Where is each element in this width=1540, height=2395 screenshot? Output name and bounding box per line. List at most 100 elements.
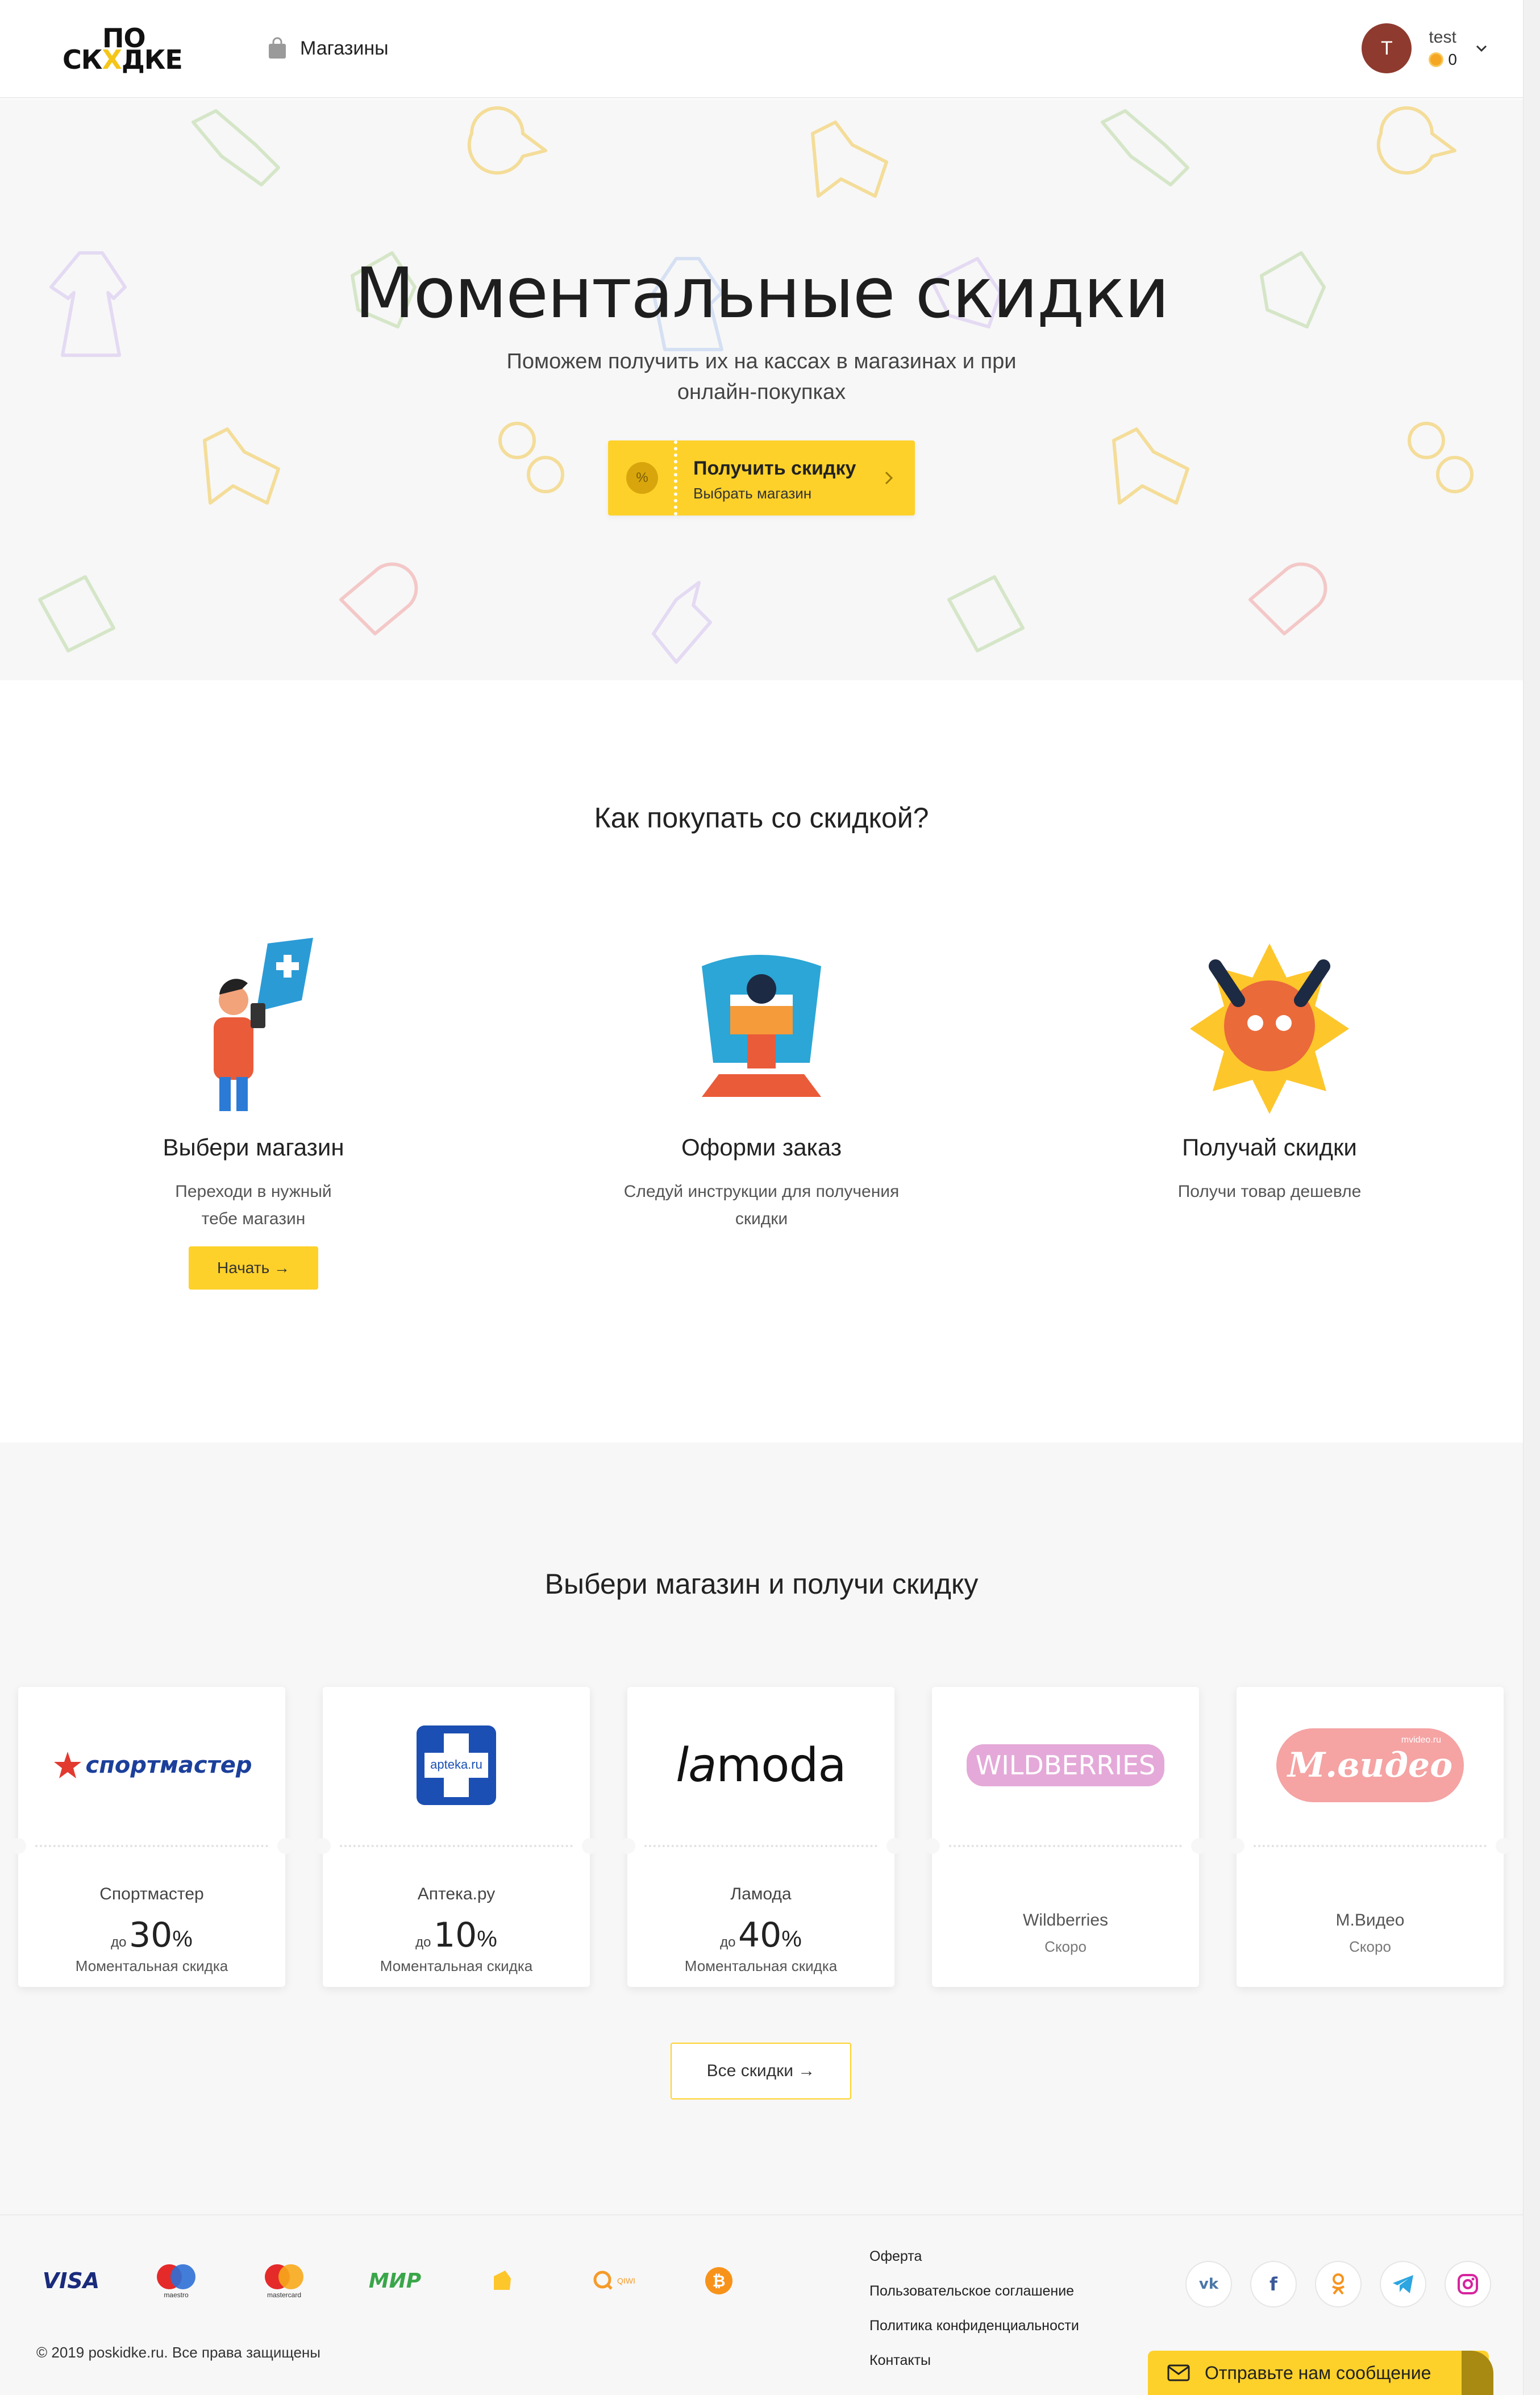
dress-icon — [652, 581, 712, 664]
glasses-icon — [1408, 422, 1474, 493]
mvideo-logo: М.видео mvideo.ru — [1276, 1728, 1464, 1802]
get-discounts-illustration — [1190, 943, 1349, 1114]
mir-icon: МИР — [368, 2269, 422, 2293]
card-divider — [1254, 1845, 1487, 1847]
step-description: Следуй инструкции для получения скидки — [623, 1182, 900, 1228]
footer-link-contacts[interactable]: Контакты — [869, 2352, 1079, 2369]
discount-label: Моментальная скидка — [684, 1957, 838, 1974]
hat-icon — [339, 562, 418, 635]
vk-icon[interactable]: vk — [1185, 2261, 1232, 2307]
step-title: Выбери магазин — [163, 1134, 344, 1161]
chevron-down-icon[interactable] — [1474, 41, 1489, 56]
card-divider — [340, 1845, 573, 1847]
sportmaster-logo-text: спортмастер — [85, 1752, 252, 1778]
shop-card-apteka[interactable]: apteka.ru Аптека.ру до 10% Моментальная … — [315, 1687, 598, 1987]
tshirt-icon — [1112, 427, 1189, 505]
card-notch — [1229, 1838, 1245, 1854]
shop-card-mvideo[interactable]: М.видео mvideo.ru М.Видео Скоро — [1229, 1687, 1512, 1987]
shop-logo-mvideo: М.видео mvideo.ru — [1237, 1687, 1504, 1844]
shop-logo-apteka: apteka.ru — [323, 1687, 590, 1844]
user-menu[interactable]: T test 0 — [1362, 23, 1489, 74]
qiwi-icon: QIWI — [585, 2261, 642, 2301]
footer-link-offer[interactable]: Оферта — [869, 2248, 1079, 2265]
percent-icon: % — [626, 462, 658, 494]
site-logo[interactable]: ПО СКХДКЕ — [63, 23, 185, 75]
facebook-icon[interactable]: f — [1250, 2261, 1297, 2307]
wildberries-logo-text: WILDBERRIES — [966, 1744, 1165, 1786]
card-notch — [619, 1838, 635, 1854]
cap-icon — [467, 106, 547, 175]
card-notch — [886, 1838, 902, 1854]
shop-card-sportmaster[interactable]: спортмастер Спортмастер до 30% Моменталь… — [10, 1687, 293, 1987]
avatar[interactable]: T — [1362, 23, 1412, 73]
hat-icon — [1248, 562, 1327, 635]
social-links: vk f — [1185, 2261, 1491, 2307]
odnoklassniki-icon[interactable] — [1315, 2261, 1362, 2307]
chat-button[interactable]: Отправьте нам сообщение — [1148, 2351, 1489, 2395]
shopping-bag-icon — [269, 37, 286, 59]
bag-icon — [947, 575, 1025, 652]
tshirt-icon — [811, 120, 888, 198]
sneaker-icon — [192, 109, 280, 186]
chevron-right-icon — [885, 471, 893, 485]
card-divider — [644, 1845, 877, 1847]
shop-logo-wildberries: WILDBERRIES — [932, 1687, 1199, 1844]
nav-shops-link[interactable]: Магазины — [267, 34, 389, 63]
all-discounts-button[interactable]: Все скидки → — [671, 2043, 851, 2099]
apteka-logo: apteka.ru — [417, 1725, 496, 1805]
bag-icon — [38, 575, 115, 652]
coupon-divider — [674, 440, 677, 515]
scrollbar[interactable] — [1523, 0, 1540, 2395]
start-button[interactable]: Начать → — [189, 1246, 318, 1290]
get-discount-title: Получить скидку — [693, 458, 856, 479]
shops-section: Выбери магазин и получи скидку спортмаст… — [0, 1442, 1523, 2214]
user-info: test 0 — [1429, 28, 1457, 69]
mastercard-icon: mastercard — [256, 2261, 313, 2301]
chat-button-label: Отправьте нам сообщение — [1205, 2362, 1431, 2383]
hero-title: Моментальные скидки — [355, 253, 1169, 334]
svg-text:₿: ₿ — [713, 2272, 726, 2290]
discount-label: Моментальная скидка — [380, 1957, 533, 1974]
maestro-icon: maestro — [148, 2261, 205, 2301]
shop-card-lamoda[interactable]: lamoda Ламода до 40% Моментальная скидка — [619, 1687, 902, 1987]
header: ПО СКХДКЕ Магазины T test 0 — [0, 0, 1523, 98]
shop-card-wildberries[interactable]: WILDBERRIES Wildberries Скоро — [924, 1687, 1207, 1987]
shop-discount: до 30% — [111, 1915, 193, 1955]
user-balance: 0 — [1429, 51, 1457, 69]
nav-shops-label: Магазины — [300, 37, 389, 59]
footer-link-privacy[interactable]: Политика конфиденциальности — [869, 2318, 1079, 2334]
footer-link-terms[interactable]: Пользовательское соглашение — [869, 2283, 1079, 2300]
place-order-illustration — [702, 955, 821, 1097]
yandex-money-icon — [483, 2261, 523, 2301]
card-notch — [582, 1838, 598, 1854]
cap-icon — [1376, 106, 1456, 175]
telegram-icon[interactable] — [1380, 2261, 1426, 2307]
instagram-icon[interactable] — [1445, 2261, 1491, 2307]
star-icon — [53, 1752, 81, 1778]
soon-label: Скоро — [1044, 1938, 1087, 1955]
tshirt-icon — [203, 427, 280, 505]
card-notch — [924, 1838, 940, 1854]
shops-title: Выбери магазин и получи скидку — [544, 1568, 979, 1600]
step-place-order: Оформи заказ Следуй инструкции для получ… — [574, 932, 949, 1233]
step-choose-shop: Выбери магазин Переходи в нужный тебе ма… — [66, 932, 441, 1290]
step-title: Получай скидки — [1182, 1134, 1357, 1161]
card-notch — [1191, 1838, 1207, 1854]
hero-subtitle: Поможем получить их на кассах в магазина… — [506, 350, 1017, 404]
card-notch — [1496, 1838, 1512, 1854]
visa-icon: VISA — [42, 2268, 100, 2293]
shop-logo-lamoda: lamoda — [627, 1687, 894, 1844]
card-divider — [949, 1845, 1182, 1847]
step-description: Получи товар дешевле — [1177, 1182, 1362, 1201]
get-discount-button[interactable]: % Получить скидку Выбрать магазин — [608, 440, 915, 515]
coin-icon — [1429, 52, 1444, 67]
mail-icon — [1167, 2364, 1190, 2381]
shop-name: Аптека.ру — [417, 1885, 496, 1903]
choose-shop-illustration — [214, 938, 313, 1111]
shop-discount: до 40% — [720, 1915, 802, 1955]
soon-label: Скоро — [1349, 1938, 1391, 1955]
step-title: Оформи заказ — [681, 1134, 842, 1161]
user-name: test — [1429, 28, 1456, 47]
footer-links: Оферта Пользовательское соглашение Полит… — [869, 2248, 1079, 2369]
copyright: © 2019 poskidke.ru. Все права защищены — [36, 2344, 321, 2361]
